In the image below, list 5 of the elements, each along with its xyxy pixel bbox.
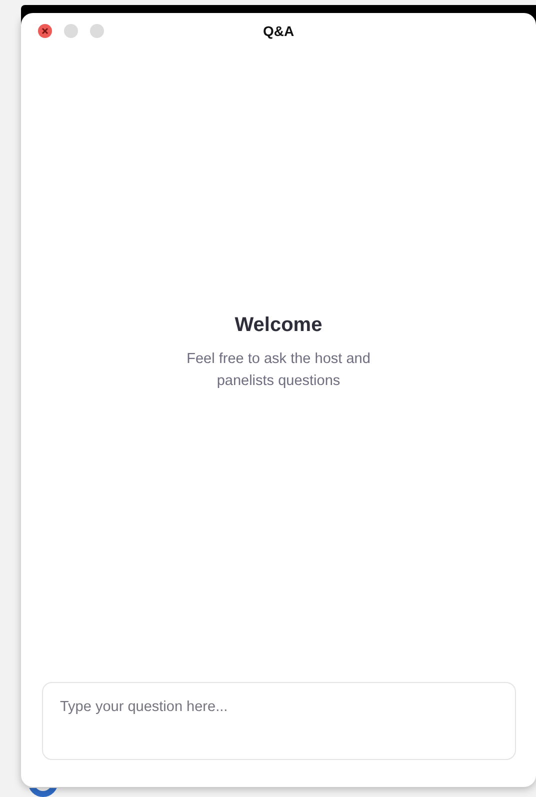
question-field[interactable]: Type your question here...: [42, 682, 516, 760]
welcome-message: Feel free to ask the host and panelists questions: [186, 350, 372, 390]
close-button[interactable]: [38, 24, 52, 38]
window-title: Q&A: [262, 22, 294, 41]
welcome-heading: Welcome: [234, 312, 322, 338]
